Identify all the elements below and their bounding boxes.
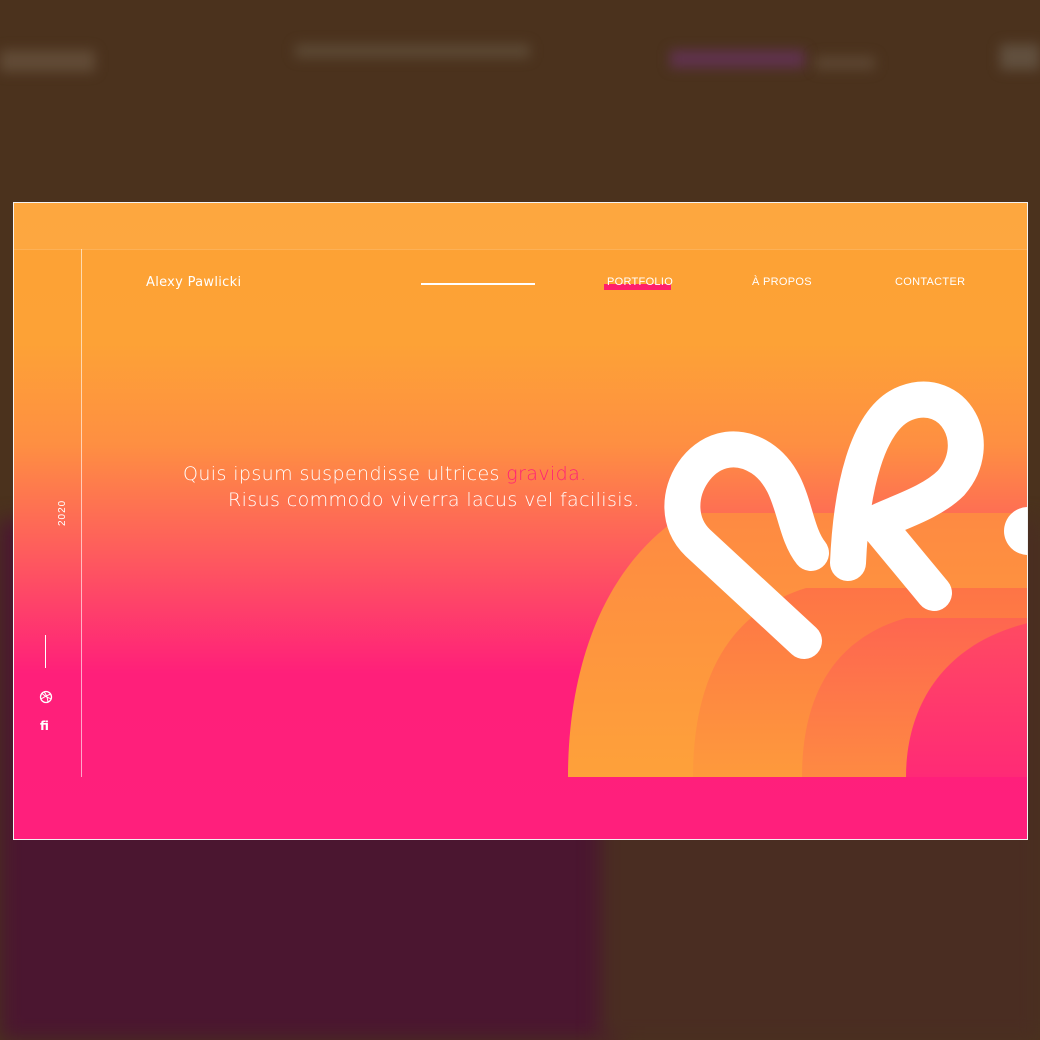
sidebar-short-line [45,635,46,668]
backdrop-blur-bar-5 [1000,44,1040,70]
year-label: 2020 [57,499,68,526]
sidebar-divider [81,249,82,777]
hero-line1: Quis ipsum suspendisse ultrices gravida. [183,463,587,485]
hero-card: 2020 fi Alexy Pawlicki PORTFOLIO À PROPO… [13,202,1028,840]
card-top-band [14,203,1027,250]
nav-item-apropos[interactable]: À PROPOS [752,276,812,288]
brand-name[interactable]: Alexy Pawlicki [146,275,241,290]
nav-decor-line [421,283,535,285]
hero-line1-prefix: Quis ipsum suspendisse ultrices [183,463,507,485]
backdrop-blur-bar-2 [295,44,530,58]
nav-item-contacter[interactable]: CONTACTER [895,276,965,288]
fi-icon[interactable]: fi [40,719,49,733]
dribbble-icon[interactable] [39,690,53,704]
nav-item-label: PORTFOLIO [607,276,674,288]
nav-item-label: CONTACTER [895,276,966,288]
nav-item-portfolio[interactable]: PORTFOLIO [604,276,674,290]
backdrop-blur-bar-1 [0,50,95,72]
logo-artwork [568,381,1027,777]
backdrop-blur-bar-3 [670,50,805,68]
year-label-wrap: 2020 [57,498,71,526]
nav-item-label: À PROPOS [752,276,812,288]
backdrop-blur-bar-4 [815,56,875,70]
